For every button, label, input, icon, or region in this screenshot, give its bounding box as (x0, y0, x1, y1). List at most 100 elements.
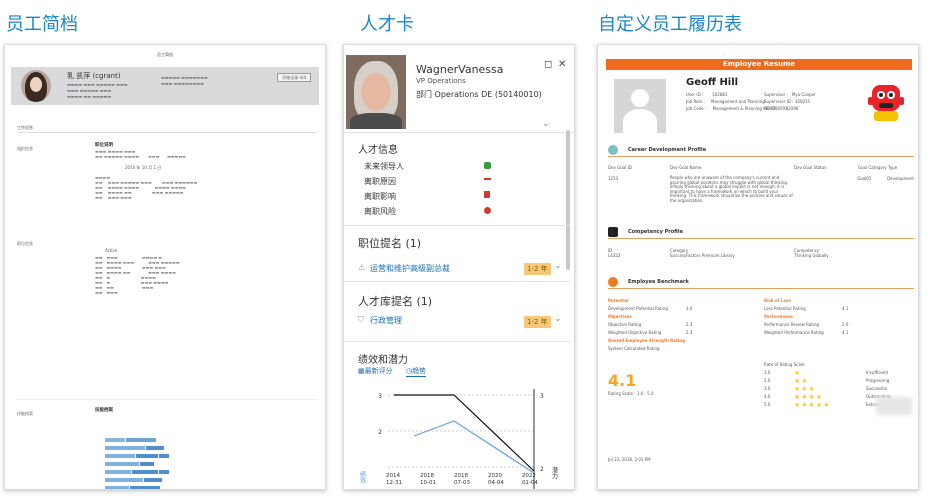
competency-icon (608, 227, 618, 237)
talent-card-header: WagnerVanessa VP Operations 部门 Operation… (344, 45, 574, 133)
benchmark-right: Risk of Loss Loss Potential Rating 4.1 Pe… (764, 297, 914, 337)
performance-line (413, 420, 535, 474)
chevron-down-icon[interactable]: ⌄ (554, 314, 562, 324)
chevron-down-icon[interactable]: ⌄ (542, 119, 550, 129)
scale-row: 2.0 ★★ Progressing (764, 377, 914, 385)
star-icon: ★★ (794, 377, 809, 385)
cell-goal-name: People who are unaware of the company's … (669, 175, 793, 203)
tab-trend[interactable]: ◷趋势 (406, 366, 427, 377)
report-date: Jul 23, 2018, 2:01 PM (608, 457, 651, 462)
potential-row: Development Potential Rating 3.0 (608, 305, 758, 313)
scale-label: Insufficient (866, 370, 889, 375)
bar-icon (484, 177, 491, 180)
talent-info-title: 人才信息 (358, 145, 398, 156)
potential-value: 3.0 (686, 306, 693, 311)
objectives-title: Objectives (608, 314, 632, 319)
scale-value: 1.0 (764, 370, 771, 375)
scrollbar[interactable] (566, 130, 570, 270)
x-tick: 2018 07-03 (453, 473, 470, 486)
objective-label: Objective Rating (608, 322, 642, 327)
employee-name: WagnerVanessa (416, 63, 504, 76)
chevron-down-icon[interactable]: ⌄ (554, 261, 562, 271)
org-rows: ▬▬▬ ▬▬▬▬ ▬▬▬ ▬▬ ▬▬▬▬▬ ▬▬▬▬ ▬▬▬ ▬▬▬▬▬ (95, 149, 186, 159)
employee-name: Geoff Hill (686, 77, 739, 88)
weighted-objective-label: Weighted Objective Rating (608, 330, 662, 335)
start-record-button[interactable]: 开始记录 4/4 (277, 73, 311, 82)
divider (344, 341, 570, 342)
section-job-info: 工作信息 (17, 125, 317, 133)
benchmark-title: Employee Benchmark (628, 279, 689, 285)
restore-icon[interactable]: ◻ (544, 59, 552, 70)
supervisor-row: Supervisor : Mya Cooper (764, 91, 816, 98)
star-icon: ★★★★ (794, 393, 824, 401)
star-icon: ★★★ (794, 385, 816, 393)
competency-table: ID Category Competency L4322 SuccessFactors… (608, 248, 914, 258)
profile-header: 乳 凯萍 (cgrant) ▬▬▬▬ ▬▬▬ ▬▬▬▬▬ ▬▬▬ ▬▬▬ ▬▬▬… (11, 67, 319, 105)
weighted-performance-label: Weighted Performance Rating (764, 330, 824, 335)
close-icon[interactable]: ✕ (558, 59, 566, 70)
header-details-3: ▬▬▬▬ ▬▬ ▬▬▬▬▬ (67, 94, 112, 99)
cell-goal-id: 1253 (608, 176, 619, 181)
potential-label: Development Potential Rating (608, 306, 668, 311)
custom-resume-panel: Employee Resume Geoff Hill User ID : 102… (597, 44, 919, 490)
y-tick-2-left: 2 (378, 429, 382, 436)
cell-competency: Thinking Globally (794, 253, 829, 258)
scale-label: Successful (866, 386, 888, 391)
user-id-label: User ID : (686, 92, 704, 97)
cell-goal-category: Goal65 (857, 176, 872, 181)
resume-banner: Employee Resume (606, 59, 912, 70)
y-axis-label-left: 绩效 (359, 470, 366, 484)
col-type: Type (888, 165, 898, 170)
x-tick: 2022 01-04 (521, 473, 538, 486)
potential-title: Potential (608, 298, 629, 303)
benchmark-left: Potential Development Potential Rating 3.… (608, 297, 758, 353)
position-status: Active (105, 248, 118, 253)
competency-row: L4322 SuccessFactors Premium Library Think… (608, 253, 914, 258)
position-link[interactable]: 运营和维护高级副总裁 (370, 263, 450, 274)
col-dev-goal-id: Dev Goal ID (608, 165, 632, 170)
tab-latest[interactable]: ▦最新评分 (358, 366, 393, 376)
pool-link[interactable]: 行政管理 (370, 315, 402, 326)
blurred-signature (876, 397, 912, 415)
job-role-label: Job Role : (686, 99, 705, 104)
heading-talent-card: 人才卡 (360, 14, 414, 35)
cell-goal-status (793, 176, 857, 204)
weighted-objective-row: Weighted Objective Rating 2.3 (608, 329, 758, 337)
calc-label: System Calculated Rating (608, 346, 660, 351)
list-item-leave-reason: 离职原因 (364, 177, 396, 186)
heading-custom-resume: 自定义员工履历表 (598, 14, 742, 35)
supervisor-id-label: Supervisor ID : (764, 99, 794, 104)
scale-value: 5.0 (764, 402, 771, 407)
employee-profile-panel: 员工简档 乳 凯萍 (cgrant) ▬▬▬▬ ▬▬▬ ▬▬▬▬▬ ▬▬▬ ▬▬… (4, 44, 326, 490)
position-tag: 1-2 年 (524, 263, 551, 275)
supervisor-id-row: Supervisor ID : 100015 (764, 98, 816, 105)
header-details: ▬▬▬▬ ▬▬▬ ▬▬▬▬▬ ▬▬▬ (67, 82, 128, 87)
header-contact-2: ▬▬▬ ▬▬▬▬▬▬▬▬ (161, 81, 204, 86)
header-contact: ▬▬▬▬▬ ▬▬▬▬▬▬▬ (161, 75, 208, 80)
skill-section-title: 技能档案 (95, 408, 113, 413)
employee-name: 乳 凯萍 (cgrant) (67, 72, 121, 80)
career-header-row: Dev Goal ID Dev Goal Name Dev Goal Status G… (608, 165, 914, 170)
label-position-info: 职位信息 (17, 241, 33, 246)
shield-icon: ⛉ (358, 315, 364, 324)
divider (344, 281, 570, 282)
list-item-leave-risk: 离职风险 (364, 207, 396, 216)
warning-icon: ⚠ (358, 263, 366, 272)
career-row: 1253 People who are unaware of the compan… (608, 175, 914, 204)
user-id-value: 102881 (712, 92, 728, 97)
supervisor-id-value: 100015 (794, 99, 811, 104)
hr-id-value: 82096 (785, 106, 799, 111)
x-tick: 2018 10-01 (419, 473, 436, 486)
risk-icon (484, 207, 491, 214)
skill-bars (105, 427, 245, 489)
performance-value: 2.0 (842, 322, 849, 327)
benchmark-icon (608, 277, 618, 287)
y-axis-label-right: 潜力 (551, 466, 558, 480)
benchmark-section-header: Employee Benchmark (608, 277, 914, 289)
flag-icon (484, 191, 490, 198)
career-title: Career Development Profile (628, 147, 707, 153)
job-date: 2010 年 10 月 1 日 (125, 165, 162, 170)
scale-row: 1.0 ★ Insufficient (764, 369, 914, 377)
risk-title: Risk of Loss (764, 298, 791, 303)
scale-title: Rate of Rating Scale (764, 362, 805, 367)
